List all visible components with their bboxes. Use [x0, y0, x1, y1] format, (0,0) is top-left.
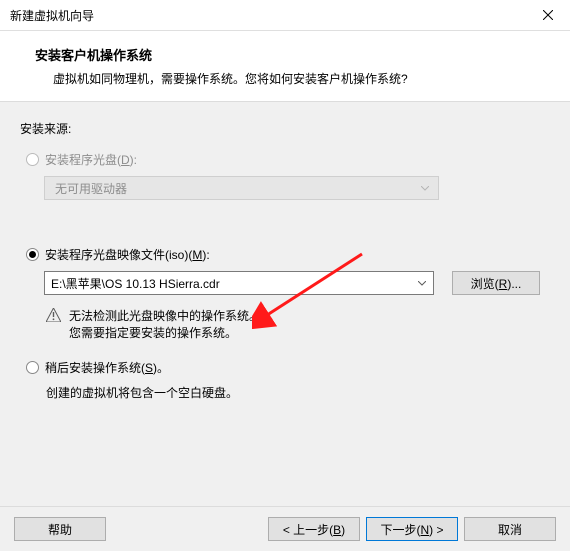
radio-label-iso: 安装程序光盘映像文件(iso)(M):: [45, 246, 210, 263]
warning-line2: 您需要指定要安装的操作系统。: [69, 324, 261, 341]
iso-path-combo[interactable]: E:\黑苹果\OS 10.13 HSierra.cdr: [44, 271, 434, 295]
page-title: 安装客户机操作系统: [35, 45, 545, 64]
cancel-button[interactable]: 取消: [464, 517, 556, 541]
disc-drive-select: 无可用驱动器: [44, 176, 439, 200]
close-icon: [543, 10, 553, 20]
wizard-body: 安装来源: 安装程序光盘(D): 无可用驱动器 安装程序光盘映像文件(iso)(…: [0, 102, 570, 401]
warning-line1: 无法检测此光盘映像中的操作系统。: [69, 307, 261, 324]
radio-iso-file[interactable]: 安装程序光盘映像文件(iso)(M):: [26, 246, 550, 263]
close-button[interactable]: [525, 0, 570, 30]
wizard-header: 安装客户机操作系统 虚拟机如同物理机，需要操作系统。您将如何安装客户机操作系统?: [0, 31, 570, 102]
radio-install-later[interactable]: 稍后安装操作系统(S)。: [26, 359, 550, 376]
radio-icon: [26, 361, 39, 374]
warning-icon: [46, 308, 61, 325]
radio-icon: [26, 153, 39, 166]
chevron-down-icon: [420, 183, 430, 193]
back-button[interactable]: < 上一步(B): [268, 517, 360, 541]
titlebar: 新建虚拟机向导: [0, 0, 570, 31]
window-title: 新建虚拟机向导: [10, 7, 94, 24]
page-subtitle: 虚拟机如同物理机，需要操作系统。您将如何安装客户机操作系统?: [53, 70, 545, 87]
next-button[interactable]: 下一步(N) >: [366, 517, 458, 541]
help-button[interactable]: 帮助: [14, 517, 106, 541]
disc-drive-text: 无可用驱动器: [55, 180, 127, 197]
chevron-down-icon[interactable]: [417, 278, 427, 288]
wizard-footer: 帮助 < 上一步(B) 下一步(N) > 取消: [0, 506, 570, 551]
radio-installer-disc: 安装程序光盘(D):: [26, 151, 550, 168]
radio-label-later: 稍后安装操作系统(S)。: [45, 359, 169, 376]
source-label: 安装来源:: [20, 120, 550, 137]
iso-path-value: E:\黑苹果\OS 10.13 HSierra.cdr: [51, 275, 220, 292]
browse-button[interactable]: 浏览(R)...: [452, 271, 540, 295]
later-hint: 创建的虚拟机将包含一个空白硬盘。: [46, 384, 550, 401]
radio-label-disc: 安装程序光盘(D):: [45, 151, 137, 168]
radio-icon: [26, 248, 39, 261]
